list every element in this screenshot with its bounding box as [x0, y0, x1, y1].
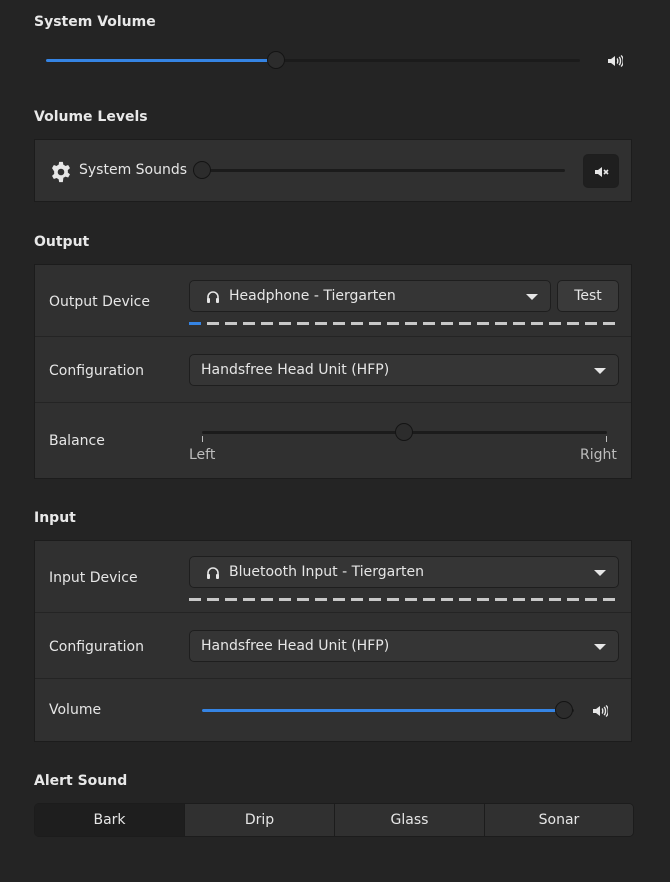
- system-volume-knob[interactable]: [267, 51, 285, 69]
- row-divider: [35, 612, 631, 613]
- volume-levels-card: System Sounds: [34, 139, 632, 202]
- gear-icon: [52, 161, 70, 183]
- input-configuration-dropdown[interactable]: Handsfree Head Unit (HFP): [189, 630, 619, 662]
- alert-sound-selector: Bark Drip Glass Sonar: [34, 803, 634, 837]
- chevron-down-icon: [594, 644, 606, 650]
- output-configuration-value: Handsfree Head Unit (HFP): [201, 362, 390, 378]
- input-level-meter: [189, 598, 619, 601]
- chevron-down-icon: [526, 294, 538, 300]
- balance-right-label: Right: [580, 447, 617, 463]
- volume-levels-heading: Volume Levels: [34, 109, 148, 125]
- output-device-label: Output Device: [49, 294, 150, 310]
- input-volume-label: Volume: [49, 702, 102, 718]
- output-configuration-label: Configuration: [49, 363, 144, 379]
- alert-option-sonar[interactable]: Sonar: [485, 804, 633, 836]
- row-divider: [35, 678, 631, 679]
- input-heading: Input: [34, 510, 76, 526]
- speaker-muted-icon: [595, 167, 609, 177]
- output-device-dropdown[interactable]: Headphone - Tiergarten: [189, 280, 551, 312]
- input-volume-knob[interactable]: [555, 701, 573, 719]
- balance-tick-left: [202, 436, 203, 442]
- system-sounds-knob[interactable]: [193, 161, 211, 179]
- input-device-dropdown[interactable]: Bluetooth Input - Tiergarten: [189, 556, 619, 588]
- output-heading: Output: [34, 234, 90, 250]
- headphones-icon: [207, 567, 219, 579]
- input-card: Input Device Bluetooth Input - Tiergarte…: [34, 540, 632, 742]
- speaker-high-icon[interactable]: [592, 703, 608, 719]
- balance-tick-right: [606, 436, 607, 442]
- system-sounds-label: System Sounds: [79, 162, 188, 178]
- input-volume-fill: [202, 709, 564, 712]
- system-sounds-track: [193, 169, 565, 172]
- balance-knob[interactable]: [395, 423, 413, 441]
- row-divider: [35, 402, 631, 403]
- speaker-high-icon[interactable]: [607, 53, 623, 69]
- input-device-value: Bluetooth Input - Tiergarten: [229, 564, 424, 580]
- headphones-icon: [207, 291, 219, 303]
- input-configuration-value: Handsfree Head Unit (HFP): [201, 638, 390, 654]
- output-configuration-dropdown[interactable]: Handsfree Head Unit (HFP): [189, 354, 619, 386]
- system-volume-fill: [46, 59, 277, 62]
- balance-label: Balance: [49, 433, 105, 449]
- output-level-meter: [189, 322, 619, 325]
- alert-option-drip[interactable]: Drip: [185, 804, 335, 836]
- balance-left-label: Left: [189, 447, 216, 463]
- alert-sound-heading: Alert Sound: [34, 773, 128, 789]
- output-level-meter-fill: [189, 322, 201, 325]
- alert-option-bark[interactable]: Bark: [35, 804, 185, 836]
- input-configuration-label: Configuration: [49, 639, 144, 655]
- alert-option-glass[interactable]: Glass: [335, 804, 485, 836]
- chevron-down-icon: [594, 368, 606, 374]
- chevron-down-icon: [594, 570, 606, 576]
- input-device-label: Input Device: [49, 570, 138, 586]
- output-device-value: Headphone - Tiergarten: [229, 288, 396, 304]
- mute-toggle-button[interactable]: [583, 154, 619, 188]
- test-button[interactable]: Test: [557, 280, 619, 312]
- row-divider: [35, 336, 631, 337]
- system-sounds-slider[interactable]: [193, 160, 565, 182]
- system-volume-slider[interactable]: [46, 50, 580, 72]
- balance-slider[interactable]: [202, 422, 607, 444]
- input-volume-slider[interactable]: [202, 700, 574, 722]
- output-card: Output Device Headphone - Tiergarten Tes…: [34, 264, 632, 479]
- system-volume-heading: System Volume: [34, 14, 156, 30]
